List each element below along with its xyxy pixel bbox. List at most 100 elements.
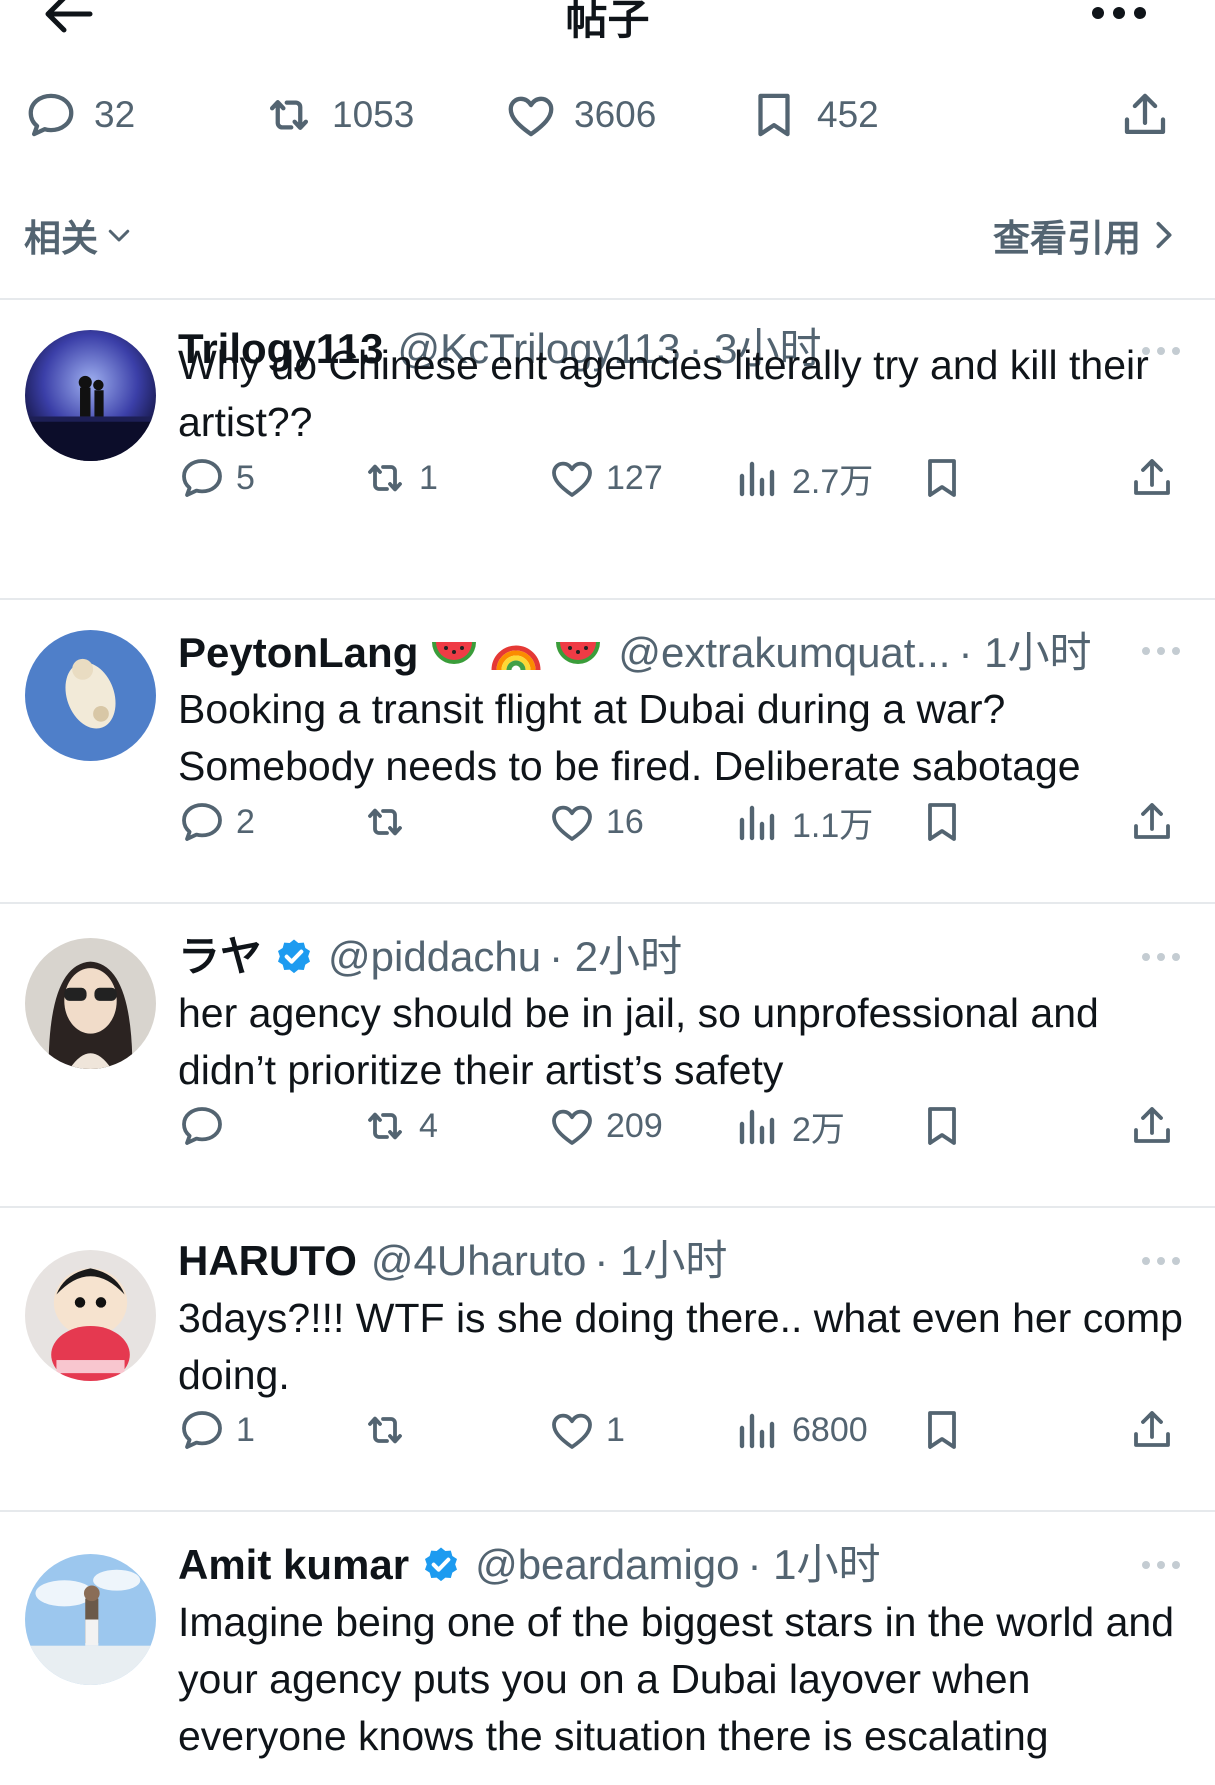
reply-icon [182, 803, 222, 841]
tweet-header: Amit kumar @beardamigo · 1小时 [178, 1540, 1125, 1590]
reply-tweet[interactable]: PeytonLang @extrakumquat... · 1小时 Bookin… [0, 602, 1215, 904]
tweet-actions: 5 1 127 2.7万 [178, 450, 1191, 506]
share-icon [1134, 1107, 1170, 1143]
avatar[interactable] [25, 630, 156, 761]
repost-button[interactable]: 4 [361, 1098, 438, 1154]
view-quotes-link[interactable]: 查看引用 [993, 208, 1179, 262]
user-handle[interactable]: @4Uharuto [371, 1236, 586, 1286]
bookmark-count-button[interactable]: 452 [747, 84, 879, 146]
bookmark-button[interactable] [918, 1098, 966, 1154]
tweet-header: PeytonLang @extrakumquat... · 1小时 [178, 628, 1125, 678]
share-button[interactable] [1118, 84, 1172, 146]
timestamp: · 1小时 [958, 629, 1092, 676]
avatar[interactable] [25, 938, 156, 1069]
more-options-icon[interactable] [1139, 644, 1183, 658]
tweet-actions: 1 1 6800 [178, 1402, 1191, 1458]
bookmark-button[interactable] [918, 794, 966, 850]
like-button[interactable]: 127 [548, 450, 663, 506]
bookmark-icon [758, 93, 790, 137]
user-handle[interactable]: @extrakumquat... [618, 628, 950, 678]
bookmark-icon [928, 459, 956, 497]
reply-count: 5 [236, 458, 255, 497]
share-button[interactable] [1128, 450, 1176, 506]
share-button[interactable] [1128, 1098, 1176, 1154]
bookmark-icon [928, 1107, 956, 1145]
repost-count: 1053 [332, 94, 415, 135]
heart-icon [508, 96, 554, 137]
repost-button[interactable] [361, 794, 419, 850]
reply-count: 1 [236, 1410, 255, 1449]
timestamp: · 1小时 [594, 1237, 728, 1284]
repost-icon [368, 1416, 402, 1444]
repost-icon [368, 464, 402, 492]
reply-tweet[interactable]: Trilogy113 @KcTrilogy113 · 3小时 Why do Ch… [0, 300, 1215, 600]
views-button[interactable]: 2.7万 [734, 450, 873, 506]
chevron-down-icon [108, 229, 130, 242]
analytics-icon [739, 1413, 775, 1449]
views-button[interactable]: 6800 [734, 1402, 868, 1458]
bookmark-count: 452 [817, 94, 879, 135]
reply-button[interactable]: 1 [178, 1402, 255, 1458]
reply-tweet[interactable]: Amit kumar @beardamigo · 1小时 Imagine bei… [0, 1514, 1215, 1785]
avatar[interactable] [25, 330, 156, 461]
like-button[interactable]: 209 [548, 1098, 663, 1154]
share-icon [1134, 803, 1170, 839]
share-button[interactable] [1128, 1402, 1176, 1458]
view-count: 2万 [792, 1110, 845, 1149]
share-button[interactable] [1128, 794, 1176, 850]
repost-icon [368, 1112, 402, 1140]
user-handle[interactable]: @beardamigo [475, 1540, 739, 1590]
like-count-button[interactable]: 3606 [504, 84, 656, 146]
reply-icon [182, 1107, 222, 1145]
more-horizontal-icon[interactable] [1089, 2, 1149, 24]
verified-badge-icon [278, 939, 311, 974]
reply-filter-row: 相关 查看引用 [0, 208, 1215, 259]
reply-button[interactable]: 5 [178, 450, 255, 506]
more-options-icon[interactable] [1139, 1254, 1183, 1268]
repost-count: 1 [419, 458, 438, 497]
more-options-icon[interactable] [1139, 950, 1183, 964]
display-name[interactable]: ラヤ [178, 932, 262, 982]
reply-button[interactable] [178, 1098, 236, 1154]
view-quotes-label: 查看引用 [993, 218, 1141, 259]
more-options-icon[interactable] [1139, 1558, 1183, 1572]
share-icon [1124, 93, 1166, 135]
tweet-header: ラヤ @piddachu · 2小时 [178, 932, 1125, 982]
repost-button[interactable] [361, 1402, 419, 1458]
like-count: 209 [606, 1106, 663, 1145]
bookmark-button[interactable] [918, 1402, 966, 1458]
reply-icon [182, 1411, 222, 1449]
views-button[interactable]: 2万 [734, 1098, 845, 1154]
repost-count-button[interactable]: 1053 [262, 84, 414, 146]
tweet-text: Why do Chinese ent agencies literally tr… [178, 342, 1149, 445]
analytics-icon [739, 461, 775, 497]
verified-badge-icon [425, 1547, 458, 1582]
reply-tweet[interactable]: ラヤ @piddachu · 2小时 her agency should be … [0, 906, 1215, 1208]
watermelon-icon [432, 642, 477, 664]
display-name[interactable]: Amit kumar [178, 1540, 409, 1590]
views-button[interactable]: 1.1万 [734, 794, 873, 850]
reply-count-button[interactable]: 32 [24, 84, 135, 146]
bookmark-icon [928, 1411, 956, 1449]
reply-button[interactable]: 2 [178, 794, 255, 850]
heart-icon [552, 461, 592, 497]
tweet-actions: 2 16 1.1万 [178, 794, 1191, 850]
display-name[interactable]: HARUTO [178, 1236, 357, 1286]
sort-dropdown[interactable]: 相关 [24, 208, 134, 262]
like-button[interactable]: 1 [548, 1402, 625, 1458]
bookmark-button[interactable] [918, 450, 966, 506]
like-count: 127 [606, 458, 663, 497]
heart-icon [552, 1413, 592, 1449]
like-count: 16 [606, 802, 644, 841]
reply-tweet[interactable]: HARUTO @4Uharuto · 1小时 3days?!!! WTF is … [0, 1210, 1215, 1512]
repost-button[interactable]: 1 [361, 450, 438, 506]
user-handle[interactable]: @piddachu [328, 932, 541, 982]
timestamp: · 1小时 [747, 1541, 881, 1588]
like-button[interactable]: 16 [548, 794, 644, 850]
avatar[interactable] [25, 1554, 156, 1685]
display-name[interactable]: PeytonLang [178, 628, 418, 678]
reply-icon [28, 93, 74, 137]
timestamp: · 2小时 [549, 933, 683, 980]
avatar[interactable] [25, 1250, 156, 1381]
view-count: 2.7万 [792, 462, 874, 501]
